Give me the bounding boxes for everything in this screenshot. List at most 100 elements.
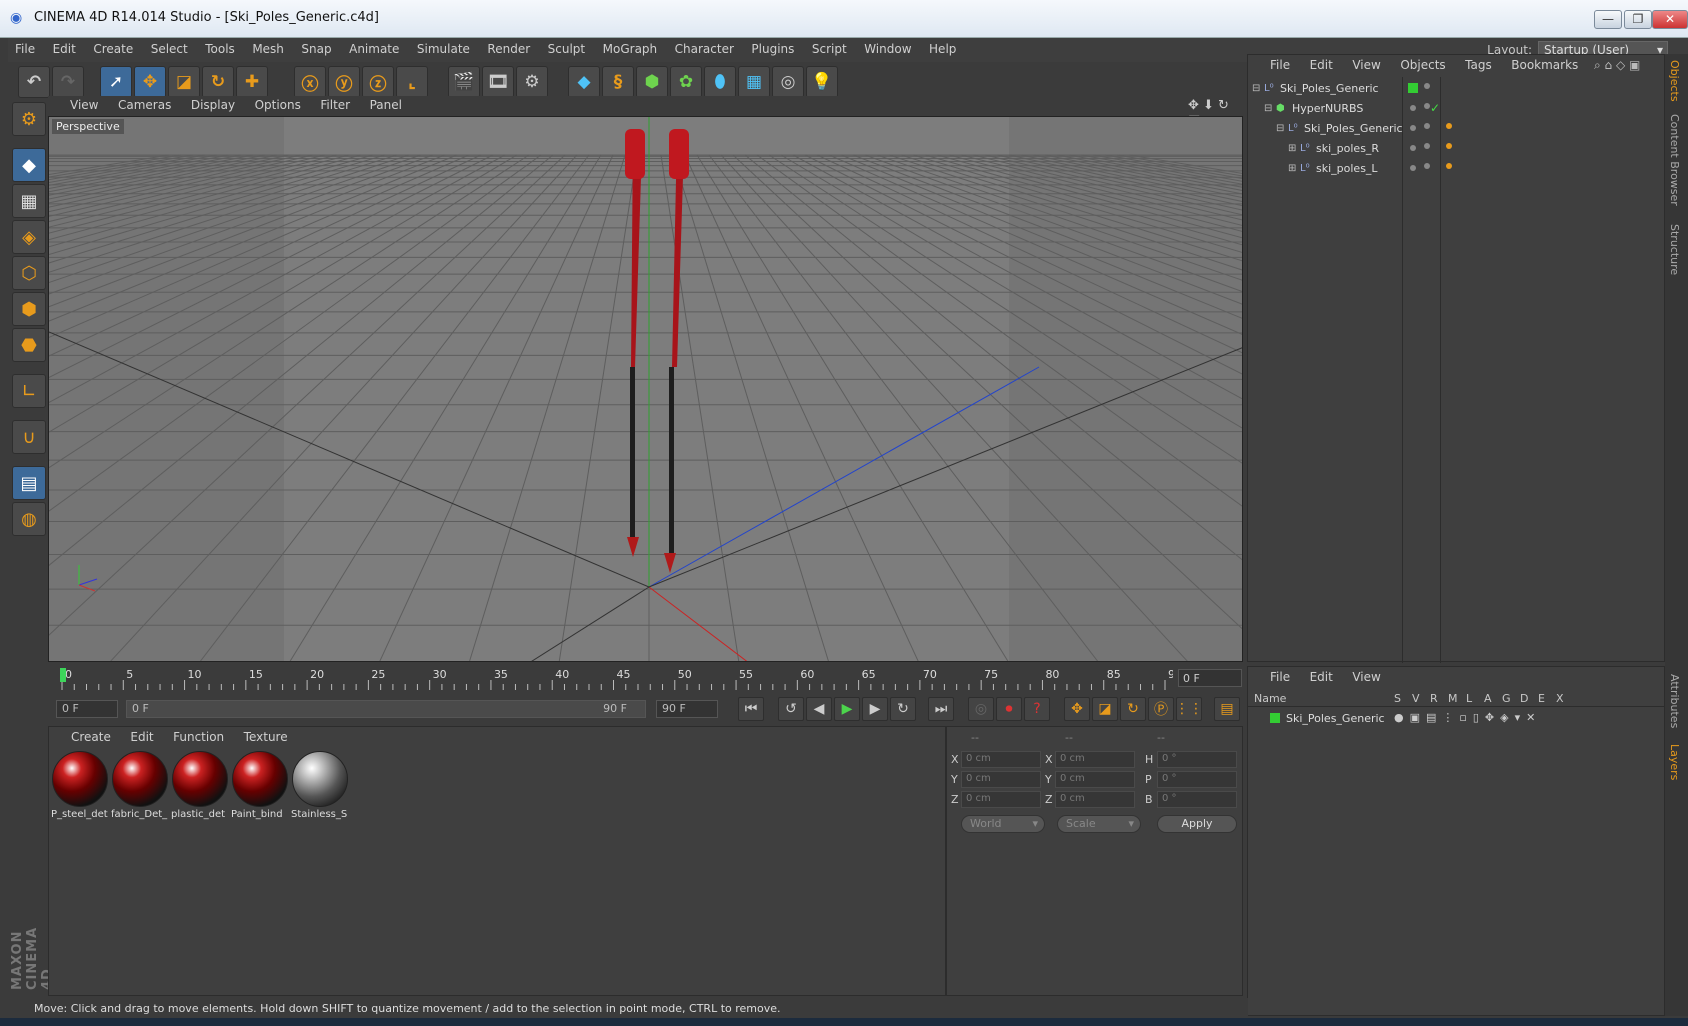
viewport-menu-filter[interactable]: Filter	[312, 96, 358, 114]
tab-layers[interactable]: Layers	[1668, 744, 1681, 780]
menu-mesh[interactable]: Mesh	[245, 38, 291, 60]
menu-select[interactable]: Select	[144, 38, 195, 60]
keyframe-selection-icon[interactable]: ?	[1024, 697, 1050, 721]
snap-icon[interactable]: ◍	[12, 502, 46, 536]
scale-icon[interactable]: ◪	[168, 66, 200, 98]
size-x-field[interactable]: 0 cm	[1055, 751, 1135, 768]
menu-animate[interactable]: Animate	[342, 38, 406, 60]
viewport-menu-view[interactable]: View	[48, 96, 106, 114]
close-button[interactable]: ✕	[1652, 10, 1688, 29]
move-icon[interactable]: ✥	[134, 66, 166, 98]
viewport-menu-options[interactable]: Options	[247, 96, 309, 114]
apply-button[interactable]: Apply	[1157, 815, 1237, 833]
layer-menu-edit[interactable]: Edit	[1302, 667, 1341, 687]
tab-attributes[interactable]: Attributes	[1668, 674, 1681, 728]
layer-col-xref[interactable]: X	[1556, 692, 1564, 705]
start-frame-field[interactable]: 0 F	[56, 700, 118, 718]
undo-icon[interactable]: ↶	[18, 66, 50, 98]
menu-tools[interactable]: Tools	[198, 38, 242, 60]
previous-frame-icon[interactable]: ◀	[806, 697, 832, 721]
size-z-field[interactable]: 0 cm	[1055, 791, 1135, 808]
key-rotation-icon[interactable]: ↻	[1120, 697, 1146, 721]
z-axis-icon[interactable]: ⓩ	[362, 66, 394, 98]
collapse-icon[interactable]: ⊟	[1276, 123, 1288, 135]
size-y-field[interactable]: 0 cm	[1055, 771, 1135, 788]
menu-sculpt[interactable]: Sculpt	[541, 38, 592, 60]
material-tag-icon[interactable]	[1446, 163, 1452, 169]
minimize-button[interactable]: —	[1594, 10, 1622, 29]
coordinate-system-icon[interactable]: ⌞	[396, 66, 428, 98]
texture-mode-icon[interactable]: ▦	[12, 184, 46, 218]
camera-icon[interactable]: ◎	[772, 66, 804, 98]
object-menu-file[interactable]: File	[1262, 55, 1298, 75]
3d-viewport[interactable]: Perspective	[48, 116, 1243, 662]
layer-menu-file[interactable]: File	[1262, 667, 1298, 687]
menu-character[interactable]: Character	[668, 38, 741, 60]
magnet-icon[interactable]: ∪	[12, 420, 46, 454]
rotate-icon[interactable]: ↻	[202, 66, 234, 98]
tree-row[interactable]: ⊞ L⁰ ski_poles_R	[1248, 139, 1664, 158]
timeline[interactable]: 0 5 10 15 20 25 30 35 40 45 50 55 60 65 70 75 80 85 90 0 F	[48, 664, 1243, 692]
object-menu-tags[interactable]: Tags	[1457, 55, 1500, 75]
check-icon[interactable]: ✓	[1430, 101, 1440, 115]
layer-col-render[interactable]: R	[1430, 692, 1438, 705]
redo-icon[interactable]: ↷	[52, 66, 84, 98]
key-parameter-icon[interactable]: Ⓟ	[1148, 697, 1174, 721]
material-swatch[interactable]: Stainless_S	[291, 751, 349, 825]
current-frame-field[interactable]: 0 F	[1178, 669, 1242, 687]
layer-col-manager[interactable]: M	[1448, 692, 1458, 705]
viewport-menu-display[interactable]: Display	[183, 96, 243, 114]
axis-mode-icon[interactable]: ∟	[12, 374, 46, 408]
layer-col-generators[interactable]: G	[1502, 692, 1511, 705]
key-scale-icon[interactable]: ◪	[1092, 697, 1118, 721]
menu-edit[interactable]: Edit	[46, 38, 83, 60]
collapse-icon[interactable]: ⊟	[1264, 103, 1276, 115]
menu-window[interactable]: Window	[857, 38, 918, 60]
viewport-menu-cameras[interactable]: Cameras	[110, 96, 179, 114]
layer-col-view[interactable]: V	[1412, 692, 1420, 705]
spline-icon[interactable]: §	[602, 66, 634, 98]
expand-icon[interactable]: ⊞	[1288, 163, 1300, 175]
menu-snap[interactable]: Snap	[294, 38, 338, 60]
material-swatch[interactable]: plastic_det	[171, 751, 229, 825]
material-tag-icon[interactable]	[1446, 143, 1452, 149]
key-position-icon[interactable]: ✥	[1064, 697, 1090, 721]
frame-range-slider[interactable]: 0 F 90 F	[126, 700, 646, 718]
tab-structure[interactable]: Structure	[1668, 224, 1681, 275]
menu-create[interactable]: Create	[86, 38, 140, 60]
nurbs-icon[interactable]: ⬢	[636, 66, 668, 98]
timeline-ruler[interactable]: 0 5 10 15 20 25 30 35 40 45 50 55 60 65 70 75 80 85 90	[58, 666, 1173, 690]
cube-icon[interactable]: ◆	[568, 66, 600, 98]
rotation-b-field[interactable]: 0 °	[1157, 791, 1237, 808]
menu-mograph[interactable]: MoGraph	[596, 38, 665, 60]
menu-file[interactable]: File	[8, 38, 42, 60]
layer-color-swatch[interactable]	[1270, 713, 1280, 723]
go-to-start-icon[interactable]: ⏮	[738, 697, 764, 721]
tab-content-browser[interactable]: Content Browser	[1668, 114, 1681, 206]
object-menu-bookmarks[interactable]: Bookmarks	[1503, 55, 1586, 75]
material-tag-icon[interactable]	[1446, 123, 1452, 129]
layer-col-deformers[interactable]: D	[1520, 692, 1528, 705]
points-mode-icon[interactable]: ⬡	[12, 256, 46, 290]
position-x-field[interactable]: 0 cm	[961, 751, 1041, 768]
menu-render[interactable]: Render	[480, 38, 537, 60]
material-menu-texture[interactable]: Texture	[236, 727, 296, 747]
object-search-icon[interactable]: ⌕ ⌂ ◇ ▣	[1594, 58, 1640, 73]
layer-col-locked[interactable]: L	[1466, 692, 1472, 705]
tree-row[interactable]: ⊞ L⁰ ski_poles_L	[1248, 159, 1664, 178]
position-y-field[interactable]: 0 cm	[961, 771, 1041, 788]
layer-flag-icons[interactable]: ●▣▤⋮▫▯✥◈▾✕	[1394, 711, 1541, 724]
workplane-icon[interactable]: ◈	[12, 220, 46, 254]
material-swatch[interactable]: fabric_Det_	[111, 751, 169, 825]
autokey-icon[interactable]: ⏺	[996, 697, 1022, 721]
expand-icon[interactable]: ⊞	[1288, 143, 1300, 155]
layer-col-solo[interactable]: S	[1394, 692, 1401, 705]
menu-help[interactable]: Help	[922, 38, 963, 60]
object-menu-view[interactable]: View	[1344, 55, 1388, 75]
x-axis-icon[interactable]: ⓧ	[294, 66, 326, 98]
tab-objects[interactable]: Objects	[1668, 60, 1681, 102]
locked-workplane-icon[interactable]: ▤	[12, 466, 46, 500]
end-frame-field[interactable]: 90 F	[656, 700, 718, 718]
tree-row[interactable]: ⊟ ⬢ HyperNURBS ✓	[1248, 99, 1664, 118]
material-menu-function[interactable]: Function	[165, 727, 232, 747]
